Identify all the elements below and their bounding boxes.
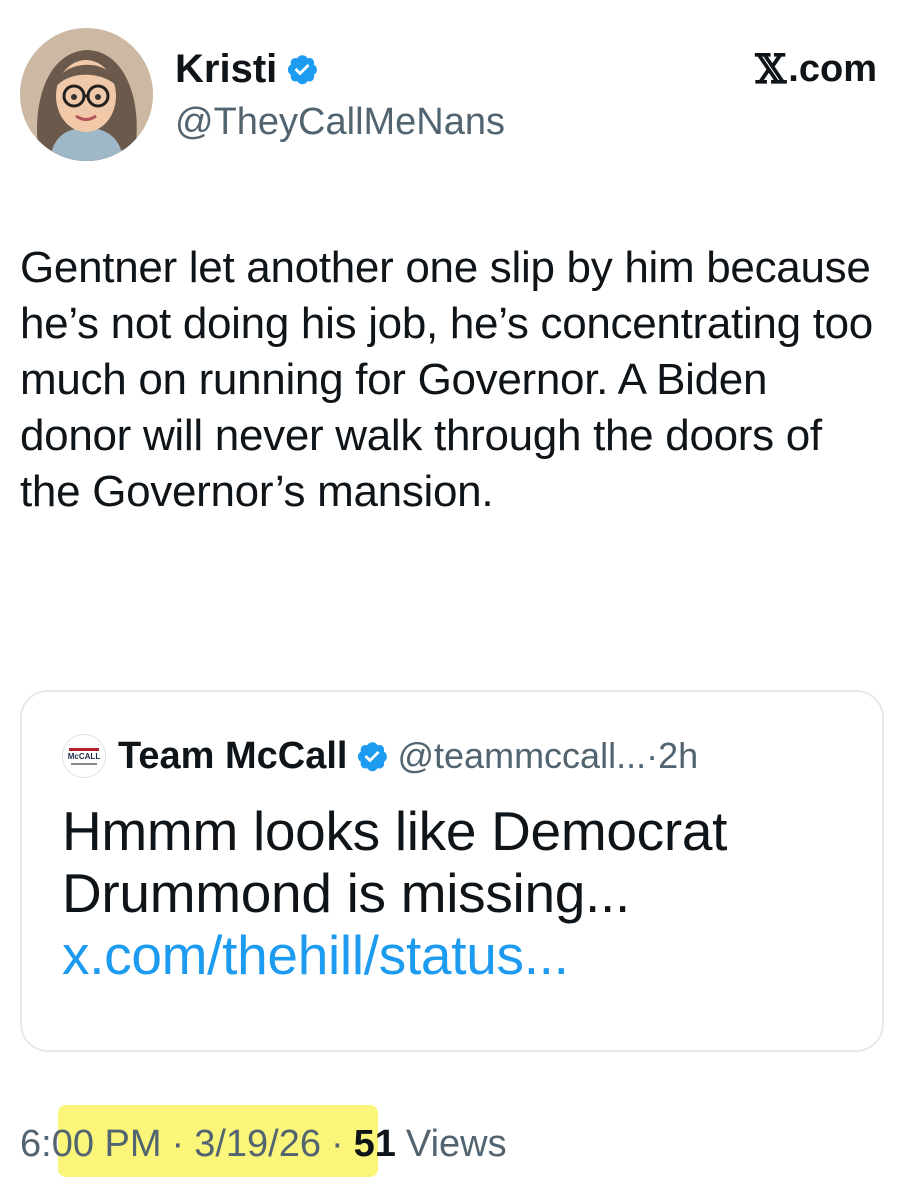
quoted-separator: ·: [646, 735, 659, 776]
quoted-text: Hmmm looks like Democrat Drummond is mis…: [62, 800, 728, 924]
quoted-tweet-body: Hmmm looks like Democrat Drummond is mis…: [62, 800, 862, 986]
avatar[interactable]: [20, 28, 153, 161]
quote-logo-text: McCALL: [67, 751, 101, 761]
verified-badge-icon: [288, 55, 318, 85]
cartoon-avatar-icon: [20, 28, 153, 161]
author-name-row: Kristi: [175, 46, 505, 92]
quoted-tweet-header: McCALL Team McCall @teammccall... · 2h: [62, 734, 698, 778]
views-count: 51: [353, 1122, 396, 1165]
x-brand-logo: 𝕏 .com: [755, 46, 877, 93]
quoted-tweet-card[interactable]: McCALL Team McCall @teammccall... · 2h H…: [20, 690, 884, 1052]
brand-label: .com: [788, 48, 877, 90]
tweet-date[interactable]: 3/19/26: [194, 1123, 321, 1166]
footer-separator: ·: [171, 1122, 185, 1165]
verified-badge-icon: [358, 742, 388, 772]
footer-separator: ·: [330, 1122, 344, 1165]
quoted-author-handle[interactable]: @teammccall...: [397, 734, 646, 778]
tweet-footer: 6:00 PM · 3/19/26 · 51 Views: [20, 1112, 507, 1176]
tweet-time[interactable]: 6:00 PM: [20, 1123, 162, 1166]
quoted-link[interactable]: x.com/thehill/status...: [62, 924, 862, 986]
team-mccall-logo-icon[interactable]: McCALL: [62, 734, 106, 778]
quoted-time[interactable]: 2h: [658, 734, 698, 778]
author-handle[interactable]: @TheyCallMeNans: [175, 100, 505, 144]
quoted-author-name[interactable]: Team McCall: [118, 734, 347, 778]
x-logo-icon: 𝕏: [755, 46, 787, 93]
author-name[interactable]: Kristi: [175, 46, 277, 92]
author-block: Kristi @TheyCallMeNans: [175, 46, 505, 144]
tweet-header: Kristi @TheyCallMeNans 𝕏 .com: [20, 28, 885, 168]
views-label: Views: [405, 1122, 507, 1165]
tweet-text: Gentner let another one slip by him beca…: [20, 243, 873, 516]
